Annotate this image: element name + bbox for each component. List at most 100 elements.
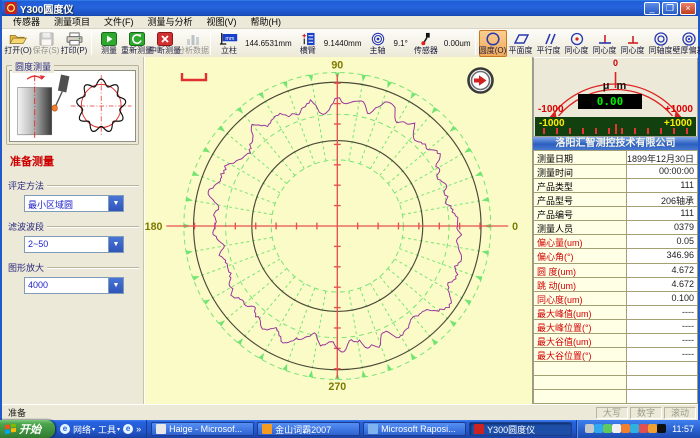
menu-item-file[interactable]: 文件(F) bbox=[97, 16, 141, 29]
sensor-readout-icon-block: 传感器 bbox=[410, 30, 442, 57]
measure-status-text: 准备测量 bbox=[10, 153, 139, 169]
svg-text:mm: mm bbox=[225, 35, 235, 41]
coaxiality-icon bbox=[651, 32, 671, 46]
remeasure-button[interactable]: 重新测量 bbox=[123, 30, 151, 57]
chevron-down-icon[interactable]: ▼ bbox=[108, 196, 123, 211]
column-readout: mm立柱144.6531mm bbox=[215, 30, 292, 57]
toolbar-separator bbox=[91, 31, 92, 55]
spindle-readout: 主轴9.1° bbox=[364, 30, 408, 57]
mode-parallelism[interactable]: 平行度 bbox=[535, 30, 563, 57]
tray-icon[interactable] bbox=[657, 424, 666, 433]
mode-concentricity-2[interactable]: 同心度 bbox=[591, 30, 619, 57]
filter-band-label: 滤波波段 bbox=[8, 220, 139, 233]
results-panel: 0 μ m 0.00 -1000 +1000 -1000 +1000 洛阳汇智测… bbox=[532, 57, 698, 404]
chevron-down-icon[interactable]: ▼ bbox=[108, 237, 123, 252]
menu-item-measure-analysis[interactable]: 测量与分析 bbox=[141, 16, 200, 29]
table-row: 同心度(um)0.100 bbox=[534, 292, 697, 306]
table-row bbox=[534, 362, 697, 376]
tray-icon[interactable] bbox=[639, 424, 648, 433]
restore-button[interactable]: ❐ bbox=[662, 2, 678, 15]
group-title: 圆度测量 bbox=[12, 60, 54, 73]
mode-concentricity-3[interactable]: 同心度 bbox=[619, 30, 647, 57]
menu-item-help[interactable]: 帮助(H) bbox=[244, 16, 289, 29]
mode-wall-thickness[interactable]: 壁厚偏差 bbox=[675, 30, 700, 57]
tray-icon[interactable] bbox=[621, 424, 630, 433]
results-table: 测量日期1899年12月30日测量时间00:00:00产品类型111产品型号20… bbox=[533, 150, 698, 404]
table-row: 圆 度(um)4.672 bbox=[534, 264, 697, 278]
ie-icon[interactable]: e bbox=[123, 424, 133, 434]
status-text: 准备 bbox=[4, 406, 594, 419]
print-button[interactable]: 打印(P) bbox=[60, 30, 88, 57]
measurement-group: 圆度测量 bbox=[6, 65, 139, 145]
quick-launch-tools[interactable]: 工具▾ bbox=[98, 423, 120, 436]
menu-item-measure-items[interactable]: 测量项目 bbox=[47, 16, 97, 29]
graph-magnification-value: 4000 bbox=[25, 278, 108, 293]
close-button[interactable]: × bbox=[680, 2, 696, 15]
evaluation-method-dropdown[interactable]: 最小区域圆▼ bbox=[24, 195, 124, 212]
row-label: 产品类型 bbox=[534, 179, 627, 192]
quick-launch-network[interactable]: 网络▾ bbox=[73, 423, 95, 436]
save-floppy-icon bbox=[39, 32, 54, 46]
mode-flatness[interactable]: 平面度 bbox=[507, 30, 535, 57]
svg-text:0: 0 bbox=[513, 221, 519, 233]
tray-icon[interactable] bbox=[648, 424, 657, 433]
row-value bbox=[627, 390, 697, 403]
filter-band-value: 2~50 bbox=[25, 237, 108, 252]
mode-coaxiality[interactable]: 同轴度 bbox=[647, 30, 675, 57]
measurement-illustration bbox=[9, 70, 136, 142]
section-rule bbox=[47, 226, 139, 227]
mode-roundness-label: 圆度(O) bbox=[479, 46, 507, 55]
column-readout-icon-block: mm立柱 bbox=[215, 30, 243, 57]
sensor-readout-label: 传感器 bbox=[414, 46, 438, 55]
start-button[interactable]: 开始 bbox=[0, 420, 55, 438]
flatness-icon bbox=[511, 32, 531, 46]
task-kingsoft-dict[interactable]: 金山词霸2007 bbox=[257, 422, 360, 436]
table-row: 最大峰值(um)---- bbox=[534, 306, 697, 320]
filter-band-dropdown[interactable]: 2~50▼ bbox=[24, 236, 124, 253]
row-label: 偏心角(°) bbox=[534, 249, 627, 262]
graph-magnification-dropdown[interactable]: 4000▼ bbox=[24, 277, 124, 294]
interrupt-button[interactable]: 中断测量 bbox=[151, 30, 179, 57]
minimize-button[interactable]: _ bbox=[644, 2, 660, 15]
table-row: 产品类型111 bbox=[534, 179, 697, 193]
tray-icon[interactable] bbox=[612, 424, 621, 433]
measure-button[interactable]: 测量 bbox=[95, 30, 123, 57]
tray-icon[interactable] bbox=[594, 424, 603, 433]
printer-icon bbox=[66, 32, 83, 46]
analyze-icon bbox=[185, 32, 201, 46]
mode-concentricity-3-label: 同心度 bbox=[621, 46, 645, 55]
chevron-down-icon[interactable]: ▼ bbox=[108, 278, 123, 293]
row-label: 偏心量(um) bbox=[534, 235, 627, 248]
rotation-indicator-button[interactable] bbox=[467, 67, 494, 94]
windows-logo-icon bbox=[5, 424, 16, 435]
task-haige[interactable]: Haige - Microsof... bbox=[151, 422, 254, 436]
table-row: 产品型号206轴承 bbox=[534, 193, 697, 207]
roundness-circle-icon bbox=[483, 32, 503, 46]
menu-item-sensor[interactable]: 传感器 bbox=[6, 16, 47, 29]
row-value bbox=[627, 362, 697, 375]
spindle-icon bbox=[370, 32, 386, 46]
arm-icon bbox=[300, 32, 316, 46]
interrupt-icon bbox=[157, 32, 173, 46]
mode-concentricity-1[interactable]: 同心度 bbox=[563, 30, 591, 57]
row-label: 同心度(um) bbox=[534, 292, 627, 305]
tray-icon[interactable] bbox=[603, 424, 612, 433]
task-y300-icon bbox=[474, 424, 484, 434]
row-value: ---- bbox=[627, 348, 697, 361]
row-label: 产品型号 bbox=[534, 193, 627, 206]
concentricity-icon bbox=[567, 32, 587, 46]
menu-item-view[interactable]: 视图(V) bbox=[200, 16, 244, 29]
task-microsoft[interactable]: Microsoft Raposi... bbox=[363, 422, 466, 436]
tray-icon[interactable] bbox=[630, 424, 639, 433]
open-button[interactable]: 打开(O) bbox=[4, 30, 32, 57]
task-y300[interactable]: Y300圆度仪 bbox=[469, 422, 572, 436]
mode-roundness[interactable]: 圆度(O) bbox=[479, 30, 507, 57]
table-row: 偏心角(°)346.96 bbox=[534, 249, 697, 263]
section-rule bbox=[47, 267, 139, 268]
tray-icon[interactable] bbox=[585, 424, 594, 433]
ie-icon[interactable]: e bbox=[60, 424, 70, 434]
app-icon bbox=[5, 2, 17, 14]
print-button-label: 打印(P) bbox=[61, 46, 88, 55]
quick-launch-overflow[interactable]: » bbox=[136, 424, 141, 434]
gauge-arc-max-label: +1000 bbox=[665, 104, 693, 115]
